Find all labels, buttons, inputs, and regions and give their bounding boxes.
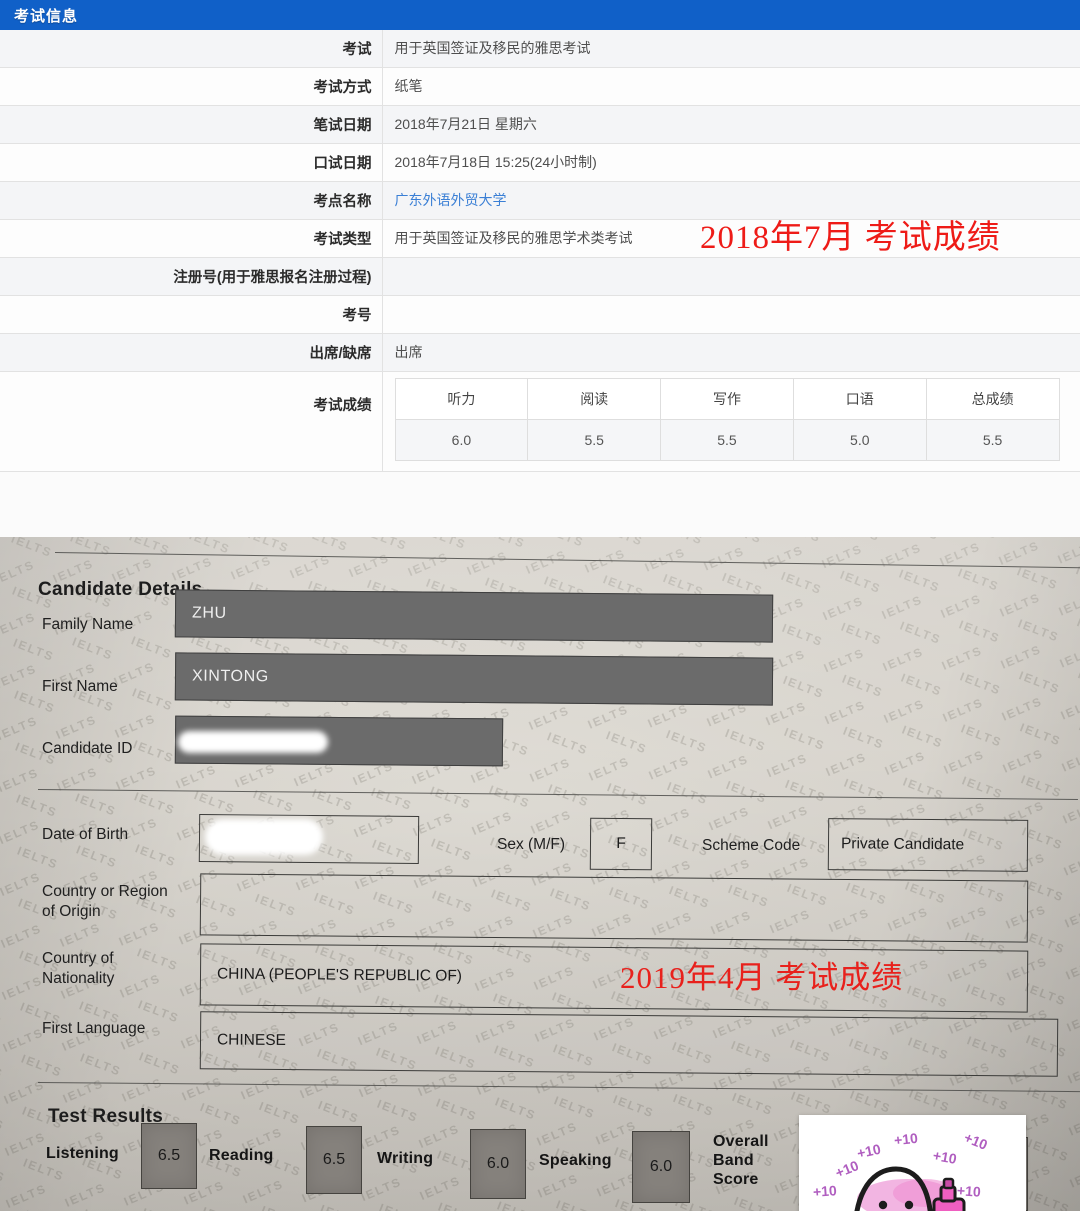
score-table-wrap: 听力 阅读 写作 口语 总成绩 6.0 5.5 5.5 5.0 5.5 bbox=[383, 372, 1080, 471]
score-header-cell: 口语 bbox=[792, 378, 927, 420]
score-spray-sticker: +10 +10 +10 +10 +10 +10 +10 bbox=[799, 1115, 1026, 1211]
red-annotation-bottom: 2019年4月 考试成绩 bbox=[620, 960, 904, 995]
row-label: 考试类型 bbox=[0, 219, 383, 258]
country-of-nationality-label: Country of Nationality bbox=[42, 949, 114, 989]
overall-label-line1: Overall bbox=[713, 1133, 769, 1150]
row-label: 出席/缺席 bbox=[0, 333, 383, 372]
country-of-nationality-value: CHINA (PEOPLE'S REPUBLIC OF) bbox=[199, 943, 1029, 1013]
overall-band-score-label: Overall Band Score bbox=[713, 1133, 769, 1190]
row-value: 用于英国签证及移民的雅思考试 bbox=[382, 30, 1080, 68]
first-name-label: First Name bbox=[42, 678, 118, 695]
score-header-cell: 听力 bbox=[394, 378, 529, 420]
row-label: 考点名称 bbox=[0, 181, 383, 220]
sex-value: F bbox=[589, 817, 653, 871]
scheme-code-value: Private Candidate bbox=[827, 818, 1029, 872]
divider-test-results bbox=[37, 1082, 1080, 1093]
divider-details bbox=[37, 789, 1078, 800]
sex-label: Sex (M/F) bbox=[497, 836, 566, 853]
candidate-id-whiteout-mark bbox=[178, 731, 328, 753]
reading-score: 6.5 bbox=[306, 1126, 362, 1194]
sticker-artwork: +10 +10 +10 +10 +10 +10 +10 bbox=[799, 1121, 1026, 1211]
table-row: 考试 用于英国签证及移民的雅思考试 bbox=[0, 30, 1080, 68]
row-label: 考试方式 bbox=[0, 67, 383, 106]
writing-score: 6.0 bbox=[470, 1129, 526, 1199]
red-annotation-top: 2018年7月 考试成绩 bbox=[700, 220, 1001, 256]
table-row: 出席/缺席 出席 bbox=[0, 333, 1080, 372]
exam-info-panel: 考试信息 考试 用于英国签证及移民的雅思考试 考试方式 纸笔 笔试日期 2018… bbox=[0, 0, 1080, 538]
country-of-origin-label-line1: Country or Region bbox=[42, 883, 168, 900]
score-header-cell: 写作 bbox=[660, 378, 794, 420]
divider-top bbox=[54, 552, 1080, 569]
table-row: 口试日期 2018年7月18日 15:25(24小时制) bbox=[0, 143, 1080, 182]
table-row-scores: 考试成绩 听力 阅读 写作 口语 总成绩 6.0 5.5 5.5 5.0 5.5 bbox=[0, 371, 1080, 472]
reading-label: Reading bbox=[209, 1147, 274, 1164]
row-value bbox=[382, 257, 1080, 296]
first-name-value: XINTONG bbox=[174, 652, 774, 706]
row-value: 2018年7月18日 15:25(24小时制) bbox=[382, 143, 1080, 182]
test-report-form-photo: IELTSIELTSIELTSIELTSIELTSIELTSIELTSIELTS… bbox=[0, 537, 1080, 1211]
listening-score: 6.5 bbox=[141, 1123, 197, 1189]
row-label: 笔试日期 bbox=[0, 105, 383, 144]
score-table: 听力 阅读 写作 口语 总成绩 6.0 5.5 5.5 5.0 5.5 bbox=[394, 378, 1060, 461]
row-value: 纸笔 bbox=[382, 67, 1080, 106]
listening-label: Listening bbox=[46, 1145, 119, 1162]
score-value-cell: 6.0 bbox=[394, 419, 529, 461]
row-value: 听力 阅读 写作 口语 总成绩 6.0 5.5 5.5 5.0 5.5 bbox=[382, 371, 1080, 472]
family-name-label: Family Name bbox=[42, 616, 134, 633]
date-of-birth-label: Date of Birth bbox=[42, 826, 129, 843]
overall-label-line2: Band bbox=[713, 1151, 754, 1169]
row-value: 出席 bbox=[382, 333, 1080, 372]
row-label: 口试日期 bbox=[0, 143, 383, 182]
speaking-score: 6.0 bbox=[632, 1131, 690, 1203]
country-of-origin-label: Country or Region of Origin bbox=[42, 882, 168, 922]
family-name-value: ZHU bbox=[174, 589, 774, 643]
score-header-row: 听力 阅读 写作 口语 总成绩 bbox=[394, 378, 1060, 420]
table-row: 考试方式 纸笔 bbox=[0, 67, 1080, 106]
speaking-label: Speaking bbox=[539, 1152, 612, 1169]
country-of-nationality-label-line1: Country of bbox=[42, 950, 114, 967]
table-row: 注册号(用于雅思报名注册过程) bbox=[0, 257, 1080, 296]
score-header-cell: 阅读 bbox=[527, 378, 662, 420]
date-of-birth-whiteout-mark bbox=[205, 819, 323, 855]
row-value bbox=[382, 295, 1080, 334]
country-of-origin-label-line2: of Origin bbox=[42, 902, 101, 920]
spray-mascot-icon bbox=[854, 1166, 966, 1211]
table-row: 考号 bbox=[0, 295, 1080, 334]
panel-title: 考试信息 bbox=[14, 7, 79, 25]
trf-content: Candidate Details Family Name ZHU First … bbox=[0, 537, 1080, 1211]
panel-header: 考试信息 bbox=[0, 0, 1080, 30]
row-label: 注册号(用于雅思报名注册过程) bbox=[0, 257, 383, 296]
score-value-cell: 5.5 bbox=[925, 419, 1060, 461]
country-of-origin-value bbox=[199, 873, 1029, 943]
score-value-row: 6.0 5.5 5.5 5.0 5.5 bbox=[394, 419, 1060, 461]
row-label: 考试 bbox=[0, 30, 383, 68]
first-language-label: First Language bbox=[42, 1020, 146, 1037]
candidate-id-label: Candidate ID bbox=[42, 740, 133, 757]
score-header-cell: 总成绩 bbox=[925, 378, 1060, 420]
table-row: 笔试日期 2018年7月21日 星期六 bbox=[0, 105, 1080, 144]
row-label: 考试成绩 bbox=[0, 371, 383, 472]
scheme-code-label: Scheme Code bbox=[702, 837, 801, 854]
overall-label-line3: Score bbox=[713, 1170, 759, 1188]
row-value: 2018年7月21日 星期六 bbox=[382, 105, 1080, 144]
first-language-value: CHINESE bbox=[199, 1011, 1059, 1077]
writing-label: Writing bbox=[377, 1150, 434, 1167]
row-label: 考号 bbox=[0, 295, 383, 334]
score-value-cell: 5.5 bbox=[660, 419, 794, 461]
score-value-cell: 5.0 bbox=[792, 419, 927, 461]
country-of-nationality-label-line2: Nationality bbox=[42, 969, 115, 987]
score-value-cell: 5.5 bbox=[527, 419, 662, 461]
